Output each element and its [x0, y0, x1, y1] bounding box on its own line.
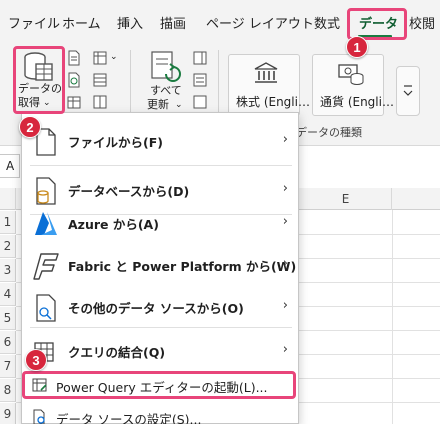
- callout-badge-3: 3: [25, 349, 47, 371]
- tab-formulas[interactable]: 数式: [314, 16, 340, 34]
- name-box[interactable]: A: [0, 154, 20, 178]
- tab-draw[interactable]: 描画: [160, 16, 186, 34]
- menu-item-from-other-sources[interactable]: その他のデータ ソースから(O) ›: [22, 283, 298, 331]
- menu-item-label: Fabric と Power Platform から(W): [68, 259, 297, 274]
- menu-item-label: ファイルから(F): [68, 135, 163, 150]
- row-header[interactable]: 2: [0, 235, 16, 258]
- submenu-arrow-icon: ›: [282, 342, 288, 357]
- highlight-power-query-editor: [22, 371, 296, 399]
- recent-sources-icon[interactable]: [92, 50, 108, 66]
- menu-item-label: データベースから(D): [68, 184, 190, 199]
- query-options-icon[interactable]: [92, 94, 108, 110]
- tab-review[interactable]: 校閲: [409, 16, 435, 34]
- menu-item-label: その他のデータ ソースから(O): [68, 301, 244, 316]
- refresh-all-chevron-icon: ⌄: [175, 100, 183, 110]
- menu-item-from-azure[interactable]: Azure から(A) ›: [22, 199, 298, 247]
- queries-connections-icon[interactable]: [192, 50, 208, 66]
- data-type-stocks-label: 株式 (Engli…: [236, 95, 310, 109]
- row-header[interactable]: 7: [0, 355, 16, 378]
- select-all-corner[interactable]: [0, 188, 16, 210]
- menu-item-combine-queries[interactable]: クエリの結合(Q) ›: [22, 327, 298, 375]
- menu-item-from-file[interactable]: ファイルから(F) ›: [22, 117, 298, 165]
- column-header-e[interactable]: E: [300, 188, 392, 210]
- refresh-all-label-line1: すべて: [150, 84, 182, 97]
- menu-item-label: Azure から(A): [68, 217, 159, 232]
- submenu-arrow-icon: ›: [282, 214, 288, 229]
- edit-links-icon[interactable]: [192, 94, 208, 110]
- row-header[interactable]: 5: [0, 307, 16, 330]
- row-header[interactable]: 1: [0, 211, 16, 234]
- existing-connections-icon[interactable]: [92, 72, 108, 88]
- menu-item-label: クエリの結合(Q): [68, 345, 166, 360]
- gallery-expand-icon: [403, 85, 413, 96]
- data-types-group-caption: データの種類: [296, 126, 362, 139]
- submenu-arrow-icon: ›: [282, 256, 288, 271]
- gridline-vertical: [392, 210, 393, 424]
- other-source-icon: [36, 294, 56, 322]
- from-text-csv-icon[interactable]: [66, 50, 82, 66]
- menu-item-data-source-settings[interactable]: データ ソースの設定(S)...: [22, 404, 298, 424]
- from-table-icon[interactable]: [66, 94, 82, 110]
- bank-icon: [254, 62, 278, 83]
- tab-page-layout[interactable]: ページ レイアウト: [206, 16, 314, 34]
- menu-item-from-fabric-power-platform[interactable]: Fabric と Power Platform から(W) ›: [22, 241, 298, 289]
- from-web-icon[interactable]: [66, 72, 82, 88]
- highlight-get-data-button: [13, 46, 65, 114]
- azure-icon: [35, 212, 57, 235]
- row-header[interactable]: 6: [0, 331, 16, 354]
- data-types-gallery-more-button[interactable]: [396, 66, 420, 116]
- row-header[interactable]: 9: [0, 403, 16, 424]
- tab-home[interactable]: ホーム: [62, 16, 101, 34]
- menu-item-label: データ ソースの設定(S)...: [56, 412, 202, 424]
- refresh-all-label-line2: 更新: [147, 98, 169, 111]
- currency-icon: [338, 64, 364, 85]
- properties-icon[interactable]: [192, 72, 208, 88]
- row-header[interactable]: 4: [0, 283, 16, 306]
- submenu-arrow-icon: ›: [282, 181, 288, 196]
- fabric-icon: [33, 253, 59, 280]
- submenu-arrow-icon: ›: [282, 298, 288, 313]
- callout-badge-2: 2: [19, 116, 41, 138]
- row-header[interactable]: 3: [0, 259, 16, 282]
- data-type-currencies-label: 通貨 (Engli…: [320, 95, 394, 109]
- submenu-arrow-icon: ›: [282, 132, 288, 147]
- data-source-settings-icon: [33, 409, 45, 424]
- tab-insert[interactable]: 挿入: [117, 16, 143, 34]
- refresh-all-icon[interactable]: [148, 50, 184, 84]
- recent-sources-chevron-icon: ⌄: [110, 52, 118, 62]
- row-header[interactable]: 8: [0, 379, 16, 402]
- callout-badge-1: 1: [346, 36, 368, 58]
- tab-file[interactable]: ファイル: [8, 16, 60, 34]
